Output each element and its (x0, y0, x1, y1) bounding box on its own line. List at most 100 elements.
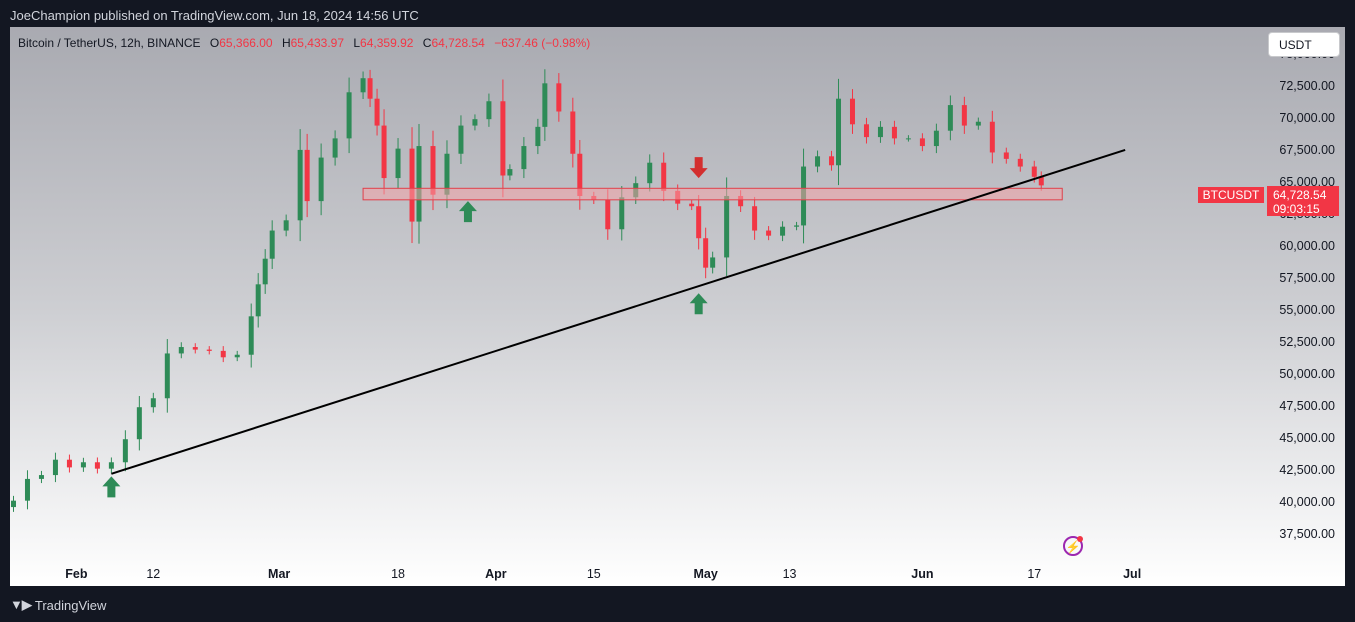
candle-body (521, 146, 527, 170)
chart-area[interactable]: 75,000.0072,500.0070,000.0067,500.0065,0… (10, 27, 1345, 586)
publish-header: JoeChampion published on TradingView.com… (0, 0, 1355, 28)
candle-body (766, 230, 772, 236)
candle-body (507, 169, 513, 176)
candle-body (80, 462, 86, 468)
candle-body (367, 78, 373, 99)
candle-body (52, 459, 58, 476)
candle-body (891, 126, 897, 139)
x-tick-label: 13 (783, 567, 797, 581)
x-tick-label: Mar (268, 567, 290, 581)
change-value: −637.46 (−0.98%) (494, 36, 591, 50)
candle-body (689, 203, 695, 207)
x-tick-label: 15 (587, 567, 601, 581)
candle-body (752, 206, 758, 231)
candle-body (989, 121, 995, 153)
candle-body (255, 284, 261, 317)
candle-body (724, 195, 730, 258)
y-tick-label: 42,500.00 (1279, 463, 1335, 477)
candle-body (150, 398, 156, 408)
arrow-down-icon (689, 157, 708, 179)
candle-body (556, 83, 562, 112)
candle-body (863, 124, 869, 138)
candle-body (975, 121, 981, 126)
candle-body (570, 111, 576, 154)
candle-body (794, 225, 800, 227)
x-tick-label: Feb (65, 567, 88, 581)
ohlc-legend: Bitcoin / TetherUS, 12h, BINANCE O65,366… (18, 36, 590, 50)
high-key: H (281, 36, 291, 50)
price-chart[interactable]: 75,000.0072,500.0070,000.0067,500.0065,0… (10, 27, 1345, 586)
y-tick-label: 50,000.00 (1279, 367, 1335, 381)
open-key: O (209, 36, 220, 50)
candle-body (815, 156, 821, 167)
currency-button[interactable]: USDT (1268, 32, 1340, 57)
symbol-price-tag: BTCUSDT (1198, 187, 1264, 203)
candle-body (849, 98, 855, 125)
brand-name: TradingView (34, 597, 107, 613)
x-tick-label: 12 (146, 567, 160, 581)
candle-body (933, 130, 939, 147)
candle-body (164, 353, 170, 399)
publish-line: JoeChampion published on TradingView.com… (10, 8, 419, 23)
x-tick-label: Jul (1123, 567, 1141, 581)
candle-body (661, 162, 667, 191)
x-tick-label: 17 (1027, 567, 1041, 581)
candle-body (108, 462, 114, 469)
y-tick-label: 52,500.00 (1279, 335, 1335, 349)
candle-body (710, 257, 716, 268)
candle-body (836, 98, 842, 166)
candle-body (905, 138, 911, 140)
candle-body (24, 478, 30, 501)
low-value: 64,359.92 (360, 36, 414, 50)
candle-body (472, 119, 478, 126)
candle-body (458, 125, 464, 154)
candle-body (206, 349, 212, 351)
candle-body (486, 101, 492, 120)
candle-body (220, 350, 226, 358)
x-tick-label: Apr (485, 567, 507, 581)
candle-body (780, 226, 786, 236)
candle-body (192, 347, 198, 350)
candle-body (122, 439, 128, 463)
x-tick-label: Jun (911, 567, 933, 581)
tradingview-mark-icon: ▼▶ (10, 597, 32, 612)
candle-body (703, 238, 709, 268)
last-price-tag: 64,728.54 09:03:15 (1267, 186, 1339, 216)
candle-body (430, 146, 436, 195)
y-tick-label: 72,500.00 (1279, 79, 1335, 93)
candle-body (332, 138, 338, 158)
candle-body (1017, 158, 1023, 167)
candle-body (283, 220, 289, 231)
candle-body (416, 146, 422, 222)
candle-body (38, 475, 44, 479)
notification-dot-icon (1077, 536, 1083, 542)
close-value: 64,728.54 (431, 36, 485, 50)
x-tick-label: May (693, 567, 717, 581)
y-tick-label: 37,500.00 (1279, 527, 1335, 541)
y-tick-label: 55,000.00 (1279, 303, 1335, 317)
y-tick-label: 45,000.00 (1279, 431, 1335, 445)
arrow-up-icon (458, 201, 477, 223)
candle-body (619, 197, 625, 230)
candle-body (94, 462, 100, 469)
candle-body (269, 230, 275, 259)
y-tick-label: 47,500.00 (1279, 399, 1335, 413)
candle-body (535, 126, 541, 147)
y-tick-label: 67,500.00 (1279, 143, 1335, 157)
y-tick-label: 70,000.00 (1279, 111, 1335, 125)
candle-body (346, 92, 352, 139)
candle-body (542, 83, 548, 127)
tradingview-logo[interactable]: ▼▶ TradingView (10, 597, 106, 613)
candle-body (961, 105, 967, 126)
candle-body (178, 347, 184, 354)
candle-body (696, 206, 702, 239)
resistance-zone (362, 187, 1063, 201)
candle-body (66, 459, 72, 468)
symbol-title: Bitcoin / TetherUS, 12h, BINANCE (18, 36, 201, 50)
candle-body (360, 78, 366, 93)
candle-body (877, 126, 883, 138)
candle-body (1031, 166, 1037, 177)
lightning-glyph-icon: ⚡ (1066, 540, 1081, 554)
candle-body (304, 149, 310, 202)
x-tick-label: 18 (391, 567, 405, 581)
